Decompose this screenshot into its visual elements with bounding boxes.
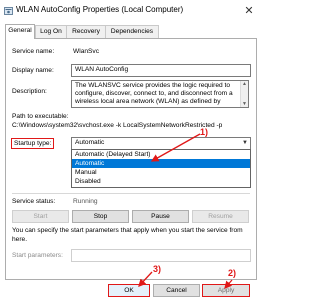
startup-type-value: Automatic — [75, 139, 105, 146]
option-automatic-delayed[interactable]: Automatic (Delayed Start) — [72, 150, 250, 159]
stop-button[interactable]: Stop — [72, 210, 129, 223]
service-name-label: Service name: — [12, 48, 55, 55]
service-name-value: WlanSvc — [73, 48, 100, 55]
path-value: C:\Windows\system32\svchost.exe -k Local… — [12, 122, 223, 129]
start-parameters-input[interactable] — [71, 249, 251, 262]
ok-button[interactable]: OK — [108, 284, 150, 297]
separator — [12, 193, 250, 194]
description-label: Description: — [12, 88, 47, 95]
start-parameters-label: Start parameters: — [12, 252, 63, 259]
startup-type-dropdown[interactable]: Automatic (Delayed Start) Automatic Manu… — [71, 149, 251, 188]
help-text: You can specify the start parameters tha… — [12, 227, 243, 243]
annotation-step-1: 1) — [200, 127, 209, 137]
start-button[interactable]: Start — [12, 210, 69, 223]
title-bar: WLAN AutoConfig Properties (Local Comput… — [0, 0, 262, 22]
option-manual[interactable]: Manual — [72, 168, 250, 177]
description-scrollbar[interactable]: ▲ ▼ — [240, 81, 248, 107]
tab-recovery[interactable]: Recovery — [66, 25, 106, 38]
chevron-down-icon[interactable]: ▼ — [240, 138, 250, 149]
scroll-down-icon[interactable]: ▼ — [241, 101, 248, 107]
tab-log-on[interactable]: Log On — [35, 25, 67, 38]
path-label: Path to executable: — [12, 113, 69, 120]
window-title: WLAN AutoConfig Properties (Local Comput… — [16, 5, 184, 14]
scroll-up-icon[interactable]: ▲ — [241, 81, 248, 87]
cancel-button[interactable]: Cancel — [153, 284, 200, 297]
option-disabled[interactable]: Disabled — [72, 177, 250, 186]
pause-button[interactable]: Pause — [132, 210, 189, 223]
annotation-step-3: 3) — [153, 264, 162, 274]
display-name-field[interactable]: WLAN AutoConfig — [71, 64, 251, 77]
close-icon[interactable]: ✕ — [242, 4, 256, 18]
annotation-step-2: 2) — [228, 268, 237, 278]
tab-general[interactable]: General — [5, 24, 35, 39]
display-name-value: WLAN AutoConfig — [75, 66, 129, 73]
description-text: The WLANSVC service provides the logic r… — [75, 82, 233, 105]
service-status-value: Running — [73, 198, 98, 205]
startup-type-label: Startup type: — [11, 138, 55, 149]
apply-button[interactable]: Apply — [202, 284, 250, 297]
resume-button[interactable]: Resume — [192, 210, 249, 223]
display-name-label: Display name: — [12, 67, 54, 74]
tab-dependencies[interactable]: Dependencies — [105, 25, 159, 38]
service-status-label: Service status: — [12, 198, 56, 205]
option-automatic[interactable]: Automatic — [72, 159, 250, 168]
gear-icon — [4, 7, 13, 15]
description-box[interactable]: The WLANSVC service provides the logic r… — [71, 80, 249, 108]
